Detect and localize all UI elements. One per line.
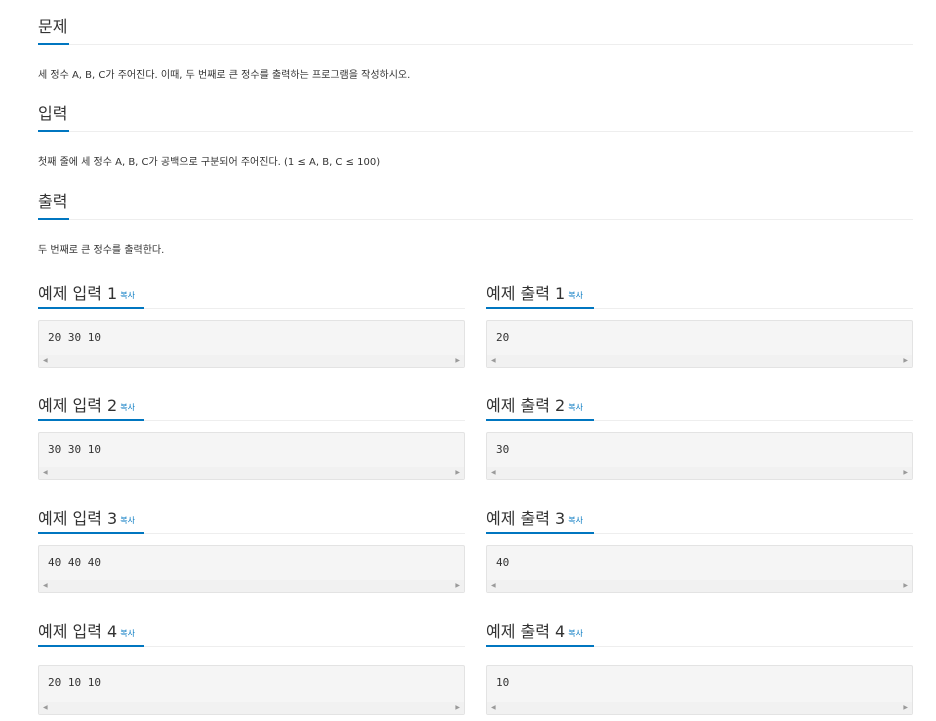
sample-input-title: 예제 입력 3 복사 xyxy=(38,509,135,528)
sample-input-box[interactable]: 20 30 10 ◀ ▶ xyxy=(38,320,465,368)
horizontal-scrollbar[interactable]: ◀ ▶ xyxy=(487,467,912,479)
sample-input-headline: 예제 입력 3 복사 xyxy=(38,489,465,534)
sample-title-underline xyxy=(486,645,594,647)
scroll-right-arrow-icon[interactable]: ▶ xyxy=(455,582,460,590)
sample-input-4: 예제 입력 4 복사 20 10 10 ◀ ▶ xyxy=(38,602,465,715)
scroll-left-arrow-icon[interactable]: ◀ xyxy=(43,469,48,477)
input-description: 첫째 줄에 세 정수 A, B, C가 공백으로 구분되어 주어진다. (1 ≤… xyxy=(38,157,381,168)
sample-input-2: 예제 입력 2 복사 30 30 10 ◀ ▶ xyxy=(38,376,465,480)
sample-input-value: 20 30 10 xyxy=(48,331,101,344)
sample-input-box[interactable]: 40 40 40 ◀ ▶ xyxy=(38,545,465,593)
scroll-right-arrow-icon[interactable]: ▶ xyxy=(903,704,908,712)
scroll-left-arrow-icon[interactable]: ◀ xyxy=(43,704,48,712)
problem-title-underline xyxy=(38,43,69,45)
scroll-right-arrow-icon[interactable]: ▶ xyxy=(903,357,908,365)
problem-headline: 문제 xyxy=(38,0,913,45)
problem-section: 문제 세 정수 A, B, C가 주어진다. 이때, 두 번째로 큰 정수를 출… xyxy=(38,0,913,81)
sample-input-title: 예제 입력 2 복사 xyxy=(38,396,135,415)
sample-output-box[interactable]: 10 ◀ ▶ xyxy=(486,665,913,715)
sample-title-underline xyxy=(486,532,594,534)
copy-button[interactable]: 복사 xyxy=(120,516,135,525)
copy-button[interactable]: 복사 xyxy=(120,291,135,300)
sample-output-title: 예제 출력 3 복사 xyxy=(486,509,583,528)
scroll-left-arrow-icon[interactable]: ◀ xyxy=(491,582,496,590)
sample-title-underline xyxy=(38,532,144,534)
output-section: 출력 두 번째로 큰 정수를 출력한다. xyxy=(38,175,913,256)
problem-description: 세 정수 A, B, C가 주어진다. 이때, 두 번째로 큰 정수를 출력하는… xyxy=(38,70,411,81)
input-title: 입력 xyxy=(38,104,68,123)
horizontal-scrollbar[interactable]: ◀ ▶ xyxy=(39,467,464,479)
sample-title-underline xyxy=(486,419,594,421)
scroll-left-arrow-icon[interactable]: ◀ xyxy=(43,357,48,365)
copy-button[interactable]: 복사 xyxy=(568,291,583,300)
sample-input-value: 20 10 10 xyxy=(48,676,101,689)
sample-input-headline: 예제 입력 4 복사 xyxy=(38,602,465,647)
output-title: 출력 xyxy=(38,192,68,211)
horizontal-scrollbar[interactable]: ◀ ▶ xyxy=(39,580,464,592)
scroll-right-arrow-icon[interactable]: ▶ xyxy=(455,704,460,712)
problem-title: 문제 xyxy=(38,17,68,36)
horizontal-scrollbar[interactable]: ◀ ▶ xyxy=(487,355,912,367)
horizontal-scrollbar[interactable]: ◀ ▶ xyxy=(487,580,912,592)
sample-title-underline xyxy=(38,307,144,309)
copy-button[interactable]: 복사 xyxy=(120,403,135,412)
scroll-left-arrow-icon[interactable]: ◀ xyxy=(43,582,48,590)
copy-button[interactable]: 복사 xyxy=(568,403,583,412)
sample-input-headline: 예제 입력 2 복사 xyxy=(38,376,465,421)
sample-output-box[interactable]: 40 ◀ ▶ xyxy=(486,545,913,593)
scroll-right-arrow-icon[interactable]: ▶ xyxy=(455,469,460,477)
sample-output-2: 예제 출력 2 복사 30 ◀ ▶ xyxy=(486,376,913,480)
input-title-underline xyxy=(38,130,69,132)
sample-output-4: 예제 출력 4 복사 10 ◀ ▶ xyxy=(486,602,913,715)
sample-output-headline: 예제 출력 4 복사 xyxy=(486,602,913,647)
sample-output-value: 30 xyxy=(496,443,510,456)
sample-output-title: 예제 출력 4 복사 xyxy=(486,622,583,641)
sample-input-box[interactable]: 20 10 10 ◀ ▶ xyxy=(38,665,465,715)
scroll-left-arrow-icon[interactable]: ◀ xyxy=(491,357,496,365)
output-title-underline xyxy=(38,218,69,220)
scroll-right-arrow-icon[interactable]: ▶ xyxy=(903,469,908,477)
sample-input-headline: 예제 입력 1 복사 xyxy=(38,264,465,309)
sample-title-underline xyxy=(486,307,594,309)
output-headline: 출력 xyxy=(38,175,913,220)
copy-button[interactable]: 복사 xyxy=(568,629,583,638)
sample-input-1: 예제 입력 1 복사 20 30 10 ◀ ▶ xyxy=(38,264,465,368)
scroll-left-arrow-icon[interactable]: ◀ xyxy=(491,469,496,477)
horizontal-scrollbar[interactable]: ◀ ▶ xyxy=(487,702,912,714)
copy-button[interactable]: 복사 xyxy=(568,516,583,525)
sample-output-headline: 예제 출력 1 복사 xyxy=(486,264,913,309)
sample-output-headline: 예제 출력 3 복사 xyxy=(486,489,913,534)
sample-output-headline: 예제 출력 2 복사 xyxy=(486,376,913,421)
output-description: 두 번째로 큰 정수를 출력한다. xyxy=(38,245,165,256)
sample-output-box[interactable]: 20 ◀ ▶ xyxy=(486,320,913,368)
scroll-right-arrow-icon[interactable]: ▶ xyxy=(455,357,460,365)
sample-input-box[interactable]: 30 30 10 ◀ ▶ xyxy=(38,432,465,480)
sample-input-value: 40 40 40 xyxy=(48,556,101,569)
sample-output-1: 예제 출력 1 복사 20 ◀ ▶ xyxy=(486,264,913,368)
copy-button[interactable]: 복사 xyxy=(120,629,135,638)
sample-output-box[interactable]: 30 ◀ ▶ xyxy=(486,432,913,480)
horizontal-scrollbar[interactable]: ◀ ▶ xyxy=(39,355,464,367)
sample-title-underline xyxy=(38,645,144,647)
sample-input-value: 30 30 10 xyxy=(48,443,101,456)
sample-output-title: 예제 출력 1 복사 xyxy=(486,284,583,303)
sample-output-value: 10 xyxy=(496,676,510,689)
input-section: 입력 첫째 줄에 세 정수 A, B, C가 공백으로 구분되어 주어진다. (… xyxy=(38,87,913,168)
sample-title-underline xyxy=(38,419,144,421)
sample-output-value: 40 xyxy=(496,556,510,569)
sample-input-title: 예제 입력 4 복사 xyxy=(38,622,135,641)
sample-input-title: 예제 입력 1 복사 xyxy=(38,284,135,303)
sample-output-3: 예제 출력 3 복사 40 ◀ ▶ xyxy=(486,489,913,593)
scroll-right-arrow-icon[interactable]: ▶ xyxy=(903,582,908,590)
sample-input-3: 예제 입력 3 복사 40 40 40 ◀ ▶ xyxy=(38,489,465,593)
scroll-left-arrow-icon[interactable]: ◀ xyxy=(491,704,496,712)
input-headline: 입력 xyxy=(38,87,913,132)
sample-output-title: 예제 출력 2 복사 xyxy=(486,396,583,415)
horizontal-scrollbar[interactable]: ◀ ▶ xyxy=(39,702,464,714)
sample-output-value: 20 xyxy=(496,331,510,344)
